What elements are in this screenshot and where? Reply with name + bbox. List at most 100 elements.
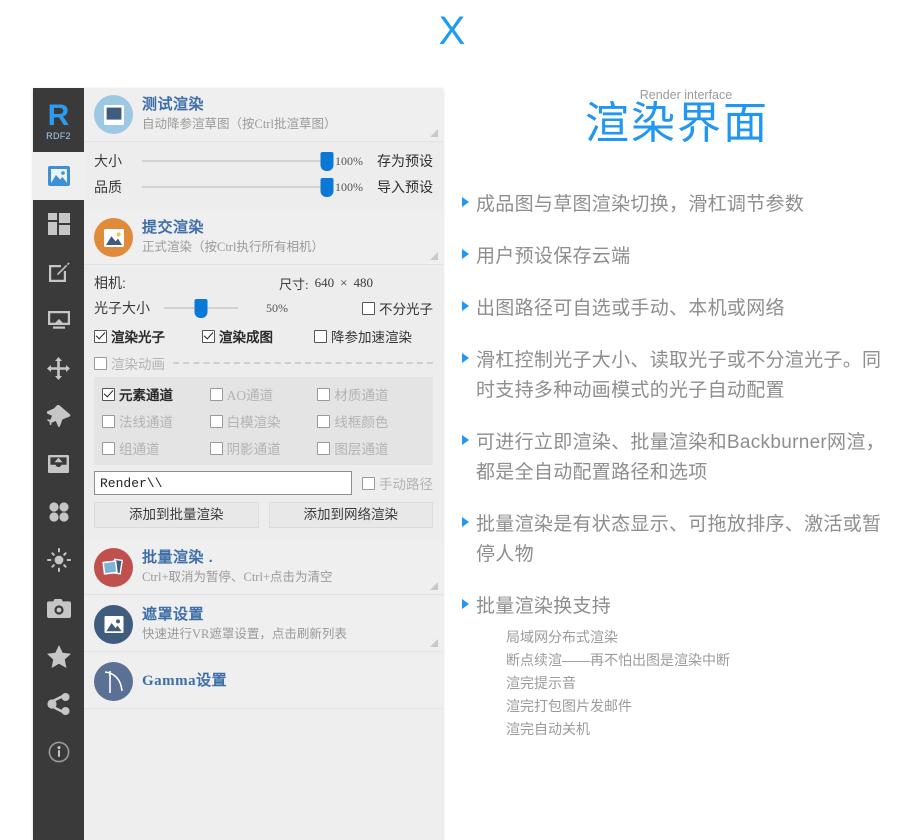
list-item: 批量渲染是有状态显示、可拖放排序、激活或暂停人物 bbox=[462, 510, 892, 570]
size-slider-row: 大小 100% 存为预设 bbox=[94, 148, 433, 174]
checkbox-label: 线框颜色 bbox=[334, 415, 389, 430]
inbox-tray-icon bbox=[48, 455, 69, 473]
submit-render-body: 相机: 尺寸: 640 × 480 光子大小 50% 不分光子 渲染光子 渲染成… bbox=[84, 265, 443, 538]
sidebar-item-camera[interactable] bbox=[33, 584, 84, 632]
checkbox-no-split-photon[interactable]: 不分光子 bbox=[362, 298, 433, 318]
size-height[interactable]: 480 bbox=[354, 275, 374, 291]
checkbox-render-image[interactable]: 渲染成图 bbox=[202, 326, 314, 346]
size-width[interactable]: 640 bbox=[315, 275, 335, 291]
resize-grip-icon[interactable] bbox=[430, 639, 438, 647]
section-header-test-render[interactable]: 测试渲染 自动降参渲草图（按Ctrl批渲草图） bbox=[84, 88, 443, 142]
sidebar-item-blocks[interactable] bbox=[33, 200, 84, 248]
add-buttons-row: 添加到批量渲染 添加到网络渲染 bbox=[94, 495, 433, 530]
output-path-input[interactable] bbox=[94, 471, 352, 495]
slider-knob[interactable] bbox=[320, 152, 334, 171]
resize-grip-icon[interactable] bbox=[430, 582, 438, 590]
checkbox-manual-path[interactable]: 手动路径 bbox=[362, 473, 433, 493]
checkbox-wireframe-color[interactable]: 线框颜色 bbox=[317, 411, 425, 431]
photon-size-slider[interactable] bbox=[164, 298, 238, 318]
checkbox-label: 阴影通道 bbox=[226, 442, 281, 457]
resize-grip-icon[interactable] bbox=[430, 129, 438, 137]
resize-grip-icon[interactable] bbox=[430, 252, 438, 260]
checkbox-normal-channel[interactable]: 法线通道 bbox=[102, 411, 210, 431]
add-to-batch-render-button[interactable]: 添加到批量渲染 bbox=[94, 502, 259, 528]
checkbox-box[interactable] bbox=[94, 329, 107, 343]
checkbox-box[interactable] bbox=[317, 387, 331, 401]
checkbox-render-photon[interactable]: 渲染光子 bbox=[94, 326, 202, 346]
feature-bullet-list: 成品图与草图渲染切换，滑杠调节参数 用户预设保存云端 出图路径可自选或手动、本机… bbox=[462, 190, 892, 741]
page-root: X R RDF2 测试渲染 自动降参渲草图（按Ctrl批渲草图） 大小 100%… bbox=[0, 0, 900, 840]
sidebar-item-info[interactable] bbox=[33, 728, 84, 776]
checkbox-white-model-render[interactable]: 白模渲染 bbox=[209, 411, 318, 431]
sidebar-item-dots[interactable] bbox=[33, 488, 84, 536]
section-header-gamma-settings[interactable]: Gamma设置 bbox=[84, 655, 443, 709]
checkbox-box[interactable] bbox=[209, 441, 223, 455]
checkbox-box[interactable] bbox=[314, 329, 327, 343]
checkbox-box[interactable] bbox=[202, 329, 215, 343]
sublist-item: 渲完打包图片发邮件 bbox=[506, 698, 632, 714]
sidebar-item-inbox[interactable] bbox=[33, 440, 84, 488]
checkbox-box[interactable] bbox=[209, 387, 223, 401]
size-slider[interactable] bbox=[142, 151, 334, 171]
render-options-row: 渲染光子 渲染成图 降参加速渲染 bbox=[94, 321, 433, 350]
bullet-text: 出图路径可自选或手动、本机或网络 bbox=[476, 298, 785, 319]
quality-slider[interactable] bbox=[142, 177, 334, 197]
checkbox-layer-channel[interactable]: 图层通道 bbox=[317, 438, 425, 458]
close-icon[interactable]: X bbox=[432, 10, 472, 52]
sidebar-item-star[interactable] bbox=[33, 632, 84, 680]
sidebar-item-brightness[interactable] bbox=[33, 536, 84, 584]
checkbox-box[interactable] bbox=[317, 414, 331, 428]
section-header-mask-settings[interactable]: 遮罩设置 快速进行VR遮罩设置，点击刷新列表 bbox=[84, 598, 443, 652]
size-field-label: 尺寸: bbox=[279, 276, 309, 292]
list-item: 出图路径可自选或手动、本机或网络 bbox=[462, 294, 892, 324]
checkbox-shadow-channel[interactable]: 阴影通道 bbox=[209, 438, 318, 458]
camera-label: 相机: bbox=[94, 275, 126, 291]
checkbox-lower-param-accel[interactable]: 降参加速渲染 bbox=[314, 326, 412, 346]
landscape-photo-icon bbox=[94, 218, 133, 257]
checkbox-material-channel[interactable]: 材质通道 bbox=[317, 384, 425, 404]
checkbox-render-animation[interactable]: 渲染动画 bbox=[94, 353, 165, 373]
slider-knob[interactable] bbox=[194, 299, 208, 318]
checkbox-box[interactable] bbox=[362, 301, 375, 315]
checkbox-label: 渲染成图 bbox=[219, 330, 273, 345]
checkbox-box[interactable] bbox=[94, 356, 107, 370]
grid-blocks-icon bbox=[47, 213, 70, 235]
photon-size-value: 50% bbox=[266, 300, 288, 315]
bullet-text: 批量渲染是有状态显示、可拖放排序、激活或暂停人物 bbox=[476, 514, 882, 565]
sidebar-item-share[interactable] bbox=[33, 680, 84, 728]
sublist-item: 断点续渲——再不怕出图是渲染中断 bbox=[506, 652, 730, 668]
add-to-network-render-button[interactable]: 添加到网络渲染 bbox=[268, 502, 433, 528]
checkbox-box[interactable] bbox=[102, 387, 115, 401]
slider-knob[interactable] bbox=[320, 178, 334, 197]
sidebar-item-airplane[interactable] bbox=[33, 392, 84, 440]
sidebar-item-monitor[interactable] bbox=[33, 296, 84, 344]
checkbox-group-channel[interactable]: 组通道 bbox=[102, 438, 210, 458]
import-preset-button[interactable]: 导入预设 bbox=[373, 177, 433, 197]
checkbox-element-channel[interactable]: 元素通道 bbox=[102, 384, 210, 404]
app-content: 测试渲染 自动降参渲草图（按Ctrl批渲草图） 大小 100% 存为预设 品质 bbox=[84, 88, 443, 840]
save-preset-button[interactable]: 存为预设 bbox=[373, 151, 433, 171]
right-description-panel: Render interface 渲染界面 成品图与草图渲染切换，滑杠调节参数 … bbox=[462, 88, 892, 741]
sidebar-item-edit[interactable] bbox=[33, 248, 84, 296]
list-item: 批量渲染换支持 局域网分布式渲染 断点续渲——再不怕出图是渲染中断 渲完提示音 … bbox=[462, 592, 892, 741]
checkbox-box[interactable] bbox=[209, 414, 223, 428]
section-header-submit-render[interactable]: 提交渲染 正式渲染（按Ctrl执行所有相机） bbox=[84, 211, 443, 265]
sidebar-item-move[interactable] bbox=[33, 344, 84, 392]
checkbox-box[interactable] bbox=[317, 441, 331, 455]
render-app-window: R RDF2 测试渲染 自动降参渲草图（按Ctrl批渲草图） 大小 100% 存… bbox=[33, 88, 443, 840]
bullet-text: 用户预设保存云端 bbox=[476, 246, 631, 267]
section-desc: Ctrl+取消为暂停、Ctrl+点击为清空 bbox=[142, 570, 333, 584]
checkbox-box[interactable] bbox=[102, 414, 115, 428]
bullet-triangle-icon bbox=[462, 301, 476, 311]
checkbox-box[interactable] bbox=[362, 476, 375, 490]
size-value: 100% bbox=[335, 153, 363, 168]
checkbox-ao-channel[interactable]: AO通道 bbox=[209, 384, 318, 404]
logo-letter: R bbox=[47, 98, 70, 132]
sublist-item: 局域网分布式渲染 bbox=[506, 629, 618, 645]
share-nodes-icon bbox=[46, 693, 69, 715]
section-title: 批量渲染 . bbox=[142, 549, 214, 566]
checkbox-box[interactable] bbox=[102, 441, 115, 455]
sun-brightness-icon bbox=[46, 548, 71, 572]
sidebar-item-image[interactable] bbox=[33, 152, 85, 200]
section-header-batch-render[interactable]: 批量渲染 . Ctrl+取消为暂停、Ctrl+点击为清空 bbox=[84, 541, 443, 595]
